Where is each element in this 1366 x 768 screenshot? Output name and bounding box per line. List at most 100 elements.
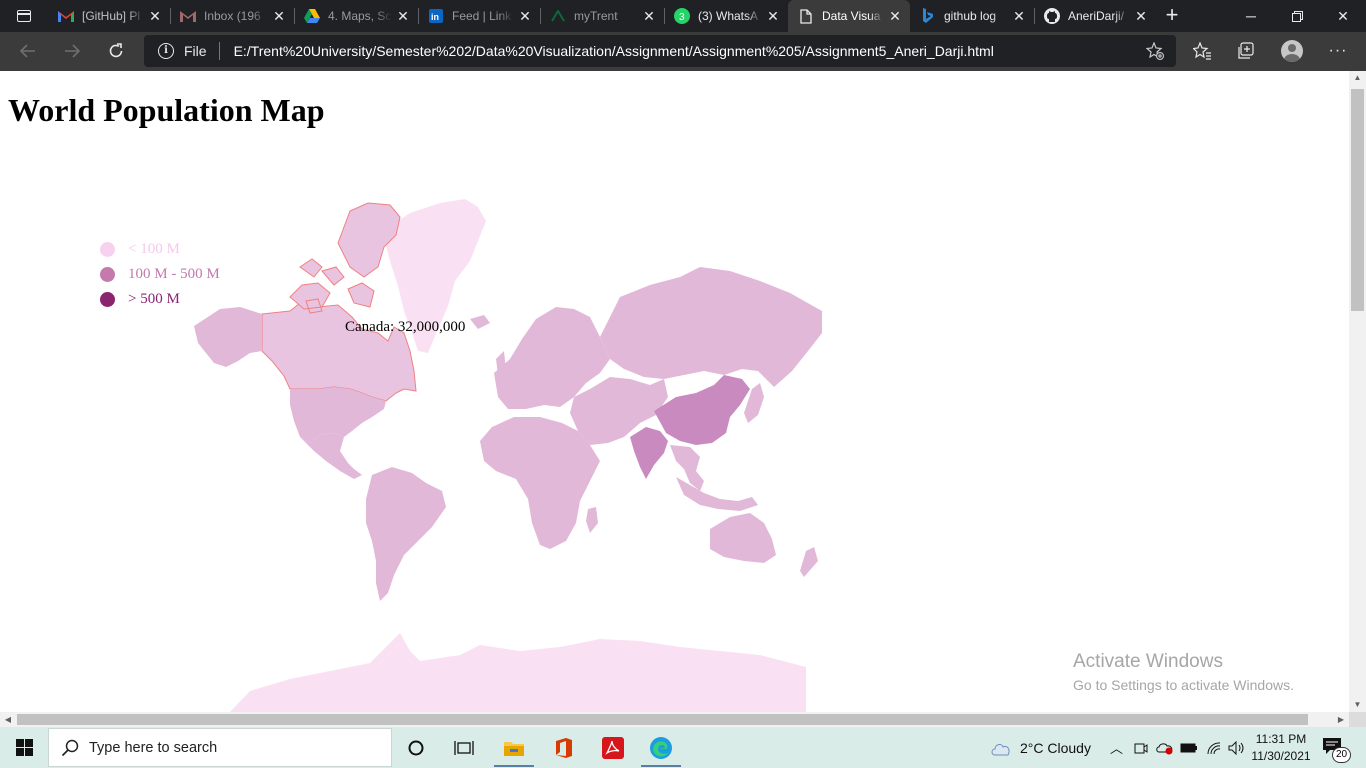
tab-mytrent[interactable]: myTrent ✕ — [540, 0, 664, 32]
edge-button[interactable] — [637, 727, 685, 768]
activate-windows-watermark: Activate Windows Go to Settings to activ… — [1073, 651, 1294, 693]
new-tab-button[interactable]: + — [1160, 0, 1184, 32]
scroll-right-icon[interactable]: ▶ — [1333, 712, 1349, 727]
tab-label: Feed | Link — [452, 9, 512, 23]
address-bar[interactable]: i File E:/Trent%20University/Semester%20… — [144, 35, 1176, 67]
tray-battery[interactable] — [1180, 727, 1198, 768]
favorites-button[interactable] — [1186, 36, 1218, 66]
tab-data-visualization[interactable]: Data Visua ✕ — [788, 0, 910, 32]
close-icon[interactable]: ✕ — [268, 8, 290, 25]
close-icon[interactable]: ✕ — [392, 8, 414, 25]
country-antarctica[interactable] — [230, 633, 806, 712]
settings-menu-button[interactable]: ··· — [1322, 36, 1354, 66]
country-china[interactable] — [654, 375, 750, 445]
office-button[interactable] — [540, 727, 588, 768]
start-button[interactable] — [0, 727, 48, 768]
clock-time: 11:31 PM — [1255, 732, 1307, 746]
scroll-down-icon[interactable]: ▼ — [1349, 698, 1366, 712]
svg-text:in: in — [431, 12, 439, 22]
tab-github-anerid[interactable]: AneriDarji/ ✕ — [1034, 0, 1156, 32]
url-text[interactable]: E:/Trent%20University/Semester%202/Data%… — [234, 43, 994, 59]
scroll-left-icon[interactable]: ◀ — [0, 712, 16, 727]
windows-logo-icon — [15, 739, 33, 756]
tab-label: [GitHub] Pl — [82, 9, 141, 23]
chevron-up-icon: ︿ — [1110, 741, 1124, 756]
back-arrow-icon — [20, 44, 35, 58]
tab-label: 4. Maps, Sc — [328, 9, 392, 23]
profile-button[interactable] — [1276, 36, 1308, 66]
tab-linkedin[interactable]: in Feed | Link ✕ — [418, 0, 540, 32]
country-australia[interactable] — [710, 513, 776, 563]
tray-volume[interactable] — [1228, 727, 1246, 768]
browser-tab-strip: [GitHub] Pl ✕ Inbox (196 ✕ 4. Maps, Sc ✕… — [0, 0, 1366, 32]
acrobat-button[interactable] — [589, 727, 637, 768]
clock[interactable]: 11:31 PM 11/30/2021 — [1246, 731, 1316, 765]
linkedin-icon: in — [428, 8, 444, 24]
taskbar-search-input[interactable]: Type here to search — [48, 728, 392, 767]
weather-text: 2°C Cloudy — [1020, 739, 1091, 756]
country-south-america[interactable] — [366, 467, 446, 601]
refresh-button[interactable] — [100, 36, 132, 66]
pdf-icon — [602, 736, 624, 759]
site-info-icon[interactable]: i — [158, 43, 174, 59]
country-iceland[interactable] — [470, 315, 490, 329]
folder-icon — [504, 741, 524, 756]
tray-meet-now[interactable] — [1134, 727, 1148, 768]
show-hidden-icons-button[interactable]: ︿ — [1110, 727, 1123, 768]
horizontal-scrollbar[interactable]: ◀ ▶ — [0, 712, 1349, 727]
watermark-subtitle: Go to Settings to activate Windows. — [1073, 677, 1294, 693]
google-drive-icon — [304, 8, 320, 24]
country-new-zealand[interactable] — [800, 547, 818, 577]
tab-github-pl[interactable]: [GitHub] Pl ✕ — [48, 0, 170, 32]
legend-swatch — [100, 291, 115, 307]
minimize-button[interactable]: ─ — [1228, 0, 1274, 32]
scroll-up-icon[interactable]: ▲ — [1349, 71, 1366, 85]
tab-inbox[interactable]: Inbox (196 ✕ — [170, 0, 294, 32]
close-icon[interactable]: ✕ — [144, 8, 166, 25]
edge-icon — [650, 736, 672, 759]
forward-button[interactable] — [56, 36, 88, 66]
country-usa-alaska[interactable] — [194, 307, 262, 367]
legend-item-high: > 500 M — [100, 289, 180, 309]
country-africa[interactable] — [480, 417, 600, 549]
close-icon[interactable]: ✕ — [514, 8, 536, 25]
tray-onedrive[interactable] — [1156, 727, 1174, 768]
notification-center-button[interactable]: 20 — [1322, 737, 1351, 763]
country-india[interactable] — [630, 427, 668, 479]
weather-widget[interactable]: 2°C Cloudy — [990, 727, 1091, 768]
task-view-button[interactable] — [440, 727, 488, 768]
tab-bing-github-login[interactable]: github log ✕ — [910, 0, 1034, 32]
page-icon — [798, 8, 814, 24]
cloudy-weather-icon — [991, 743, 1010, 755]
tab-maps[interactable]: 4. Maps, Sc ✕ — [294, 0, 418, 32]
country-madagascar[interactable] — [586, 507, 598, 533]
tab-actions-button[interactable] — [0, 0, 48, 32]
file-explorer-button[interactable] — [490, 727, 538, 768]
wifi-icon — [1207, 741, 1221, 754]
close-icon[interactable]: ✕ — [1008, 8, 1030, 25]
close-icon[interactable]: ✕ — [1130, 8, 1152, 25]
onedrive-status-icon — [1156, 742, 1173, 754]
tab-whatsapp[interactable]: 3 (3) WhatsA ✕ — [664, 0, 788, 32]
close-icon[interactable]: ✕ — [638, 8, 660, 25]
collections-button[interactable] — [1230, 36, 1262, 66]
close-icon[interactable]: ✕ — [884, 8, 906, 25]
vertical-scrollbar[interactable]: ▲ ▼ — [1349, 71, 1366, 712]
country-canada[interactable] — [261, 302, 417, 402]
add-favorite-icon[interactable] — [1145, 41, 1164, 65]
country-indonesia[interactable] — [676, 477, 758, 511]
country-russia[interactable] — [600, 267, 822, 387]
country-canada-islands[interactable] — [289, 202, 401, 314]
scrollbar-thumb[interactable] — [17, 714, 1308, 725]
svg-text:3: 3 — [679, 12, 685, 23]
legend-item-mid: 100 M - 500 M — [100, 264, 220, 284]
restore-button[interactable] — [1274, 0, 1320, 32]
close-window-button[interactable]: ✕ — [1320, 0, 1366, 32]
back-button[interactable] — [12, 36, 44, 66]
cortana-button[interactable] — [392, 727, 440, 768]
cortana-icon — [408, 740, 424, 755]
close-icon[interactable]: ✕ — [762, 8, 784, 25]
tray-network[interactable] — [1206, 727, 1222, 768]
scrollbar-thumb[interactable] — [1351, 89, 1364, 311]
collections-icon — [1238, 42, 1254, 59]
